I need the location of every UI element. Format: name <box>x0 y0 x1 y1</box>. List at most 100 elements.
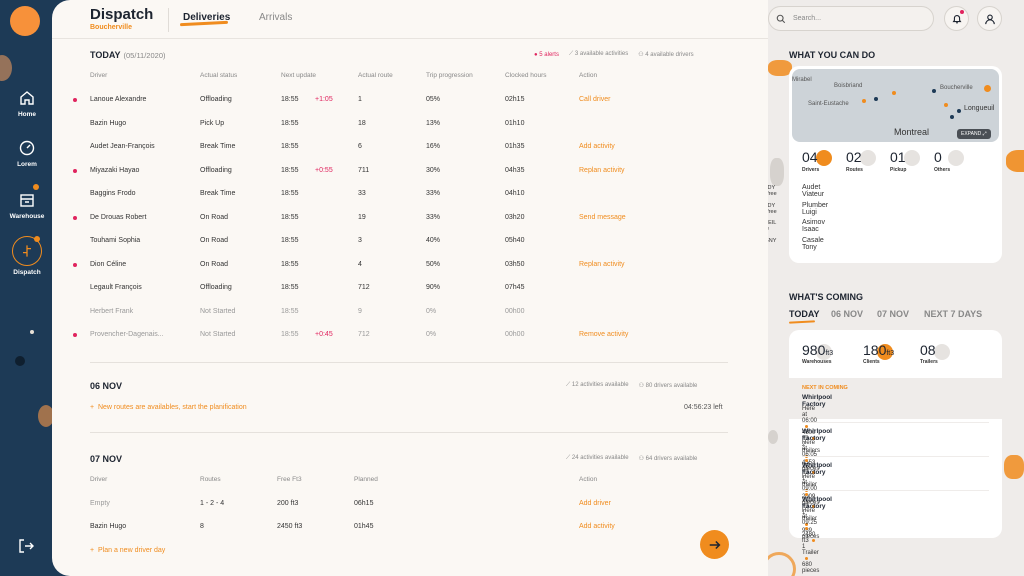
driver-name[interactable]: Baggins Frodo <box>90 190 136 197</box>
stat-label: Pickup <box>890 167 907 173</box>
alerts-count[interactable]: ● 5 alerts <box>534 52 559 58</box>
row-action-link[interactable]: Remove activity <box>579 331 628 338</box>
map-label: Mirabel <box>792 77 812 83</box>
what-you-can-do-title: WHAT YOU CAN DO <box>789 50 876 60</box>
logout-icon[interactable] <box>17 537 35 555</box>
plan-driver-day-text: Plan a new driver day <box>97 547 166 554</box>
user-icon <box>984 14 995 24</box>
driver-name[interactable]: Audet Jean-François <box>90 143 155 150</box>
next-arrow-button[interactable] <box>700 530 729 559</box>
tab-deliveries[interactable]: Deliveries <box>183 12 230 23</box>
driver-name[interactable]: Herbert Frank <box>90 308 133 315</box>
map-pin <box>957 109 961 113</box>
clocked-hours: 00h00 <box>505 307 525 315</box>
driver-name[interactable]: Lanoue Alexandre <box>90 96 146 103</box>
row-action-link[interactable]: Add activity <box>579 143 615 150</box>
day-tab[interactable]: 06 NOV <box>831 309 863 319</box>
nov6-activities-text: 12 activities available <box>571 382 629 388</box>
row-action-link[interactable]: Replan activity <box>579 167 625 174</box>
stat-value: 02 <box>846 149 862 165</box>
route-number: 4 <box>358 260 362 268</box>
column-header: Actual route <box>358 72 393 79</box>
sidebar: Home Lorem Warehouse Dispatch <box>0 0 54 576</box>
map-label: Boucherville <box>940 85 973 91</box>
column-header: Trip progression <box>426 72 473 79</box>
driver-name[interactable]: Bazin Hugo <box>90 523 126 530</box>
separator-dot <box>805 556 808 560</box>
driver-name[interactable]: Dion Céline <box>90 261 126 268</box>
driver-status: Not Started <box>200 307 236 315</box>
map-label: Montreal <box>894 127 930 137</box>
driver-status: Pick Up <box>200 119 225 127</box>
stat-number: 08 <box>920 342 936 358</box>
driver-name[interactable]: Empty <box>90 500 110 507</box>
map-label: Longueuil <box>964 105 995 112</box>
clocked-hours: 03h20 <box>505 213 525 221</box>
stat-value: 04 <box>802 149 818 165</box>
delay-value: +0:55 <box>315 166 333 174</box>
nav-home-label: Home <box>17 111 37 118</box>
nav-warehouse[interactable]: Warehouse <box>0 190 54 220</box>
next-update: 18:55 <box>281 331 299 338</box>
header-divider <box>168 8 169 32</box>
separator-dot <box>805 526 808 530</box>
expand-map-button[interactable]: EXPAND ⤢ <box>957 129 991 139</box>
driver-status: Not Started <box>200 331 236 338</box>
route-number: 711 <box>358 166 370 174</box>
start-planification-link[interactable]: + New routes are availables, start the p… <box>90 404 247 411</box>
notifications-button[interactable] <box>944 6 969 31</box>
nov7-drivers-text: 64 drivers available <box>645 456 698 462</box>
nav-warehouse-label: Warehouse <box>9 213 45 220</box>
next-update: 18:55 <box>281 119 299 127</box>
decor-blob <box>768 430 778 444</box>
driver-name[interactable]: Bazin Hugo <box>90 120 126 127</box>
driver-name[interactable]: Touhami Sophia <box>90 237 140 244</box>
row-action-link[interactable]: Call driver <box>579 96 611 103</box>
map-label: Boisbriand <box>834 83 863 89</box>
decor-blob <box>1006 150 1024 172</box>
next-update: 18:55 <box>281 213 299 221</box>
route-number: 1 <box>358 96 362 103</box>
plan-driver-day-link[interactable]: + Plan a new driver day <box>90 547 165 554</box>
driver-name: Audet Viateur <box>802 184 825 198</box>
trip-progression: 40% <box>426 237 441 244</box>
driver-status: On Road <box>200 213 229 221</box>
driver-name[interactable]: Legault François <box>90 284 142 291</box>
nov7-activities: ⟋ 24 activities available <box>566 455 629 461</box>
row-action-link[interactable]: Replan activity <box>579 261 625 268</box>
stat-number: 180 <box>863 342 887 358</box>
driver-status: Offloading <box>200 96 232 103</box>
row-action-link[interactable]: Add activity <box>579 523 615 530</box>
driver-map[interactable]: Mirabel Boisbriand Boucherville Saint-Eu… <box>792 69 999 142</box>
nav-dispatch[interactable]: Dispatch <box>0 236 54 276</box>
trip-progression: 0% <box>426 331 437 338</box>
next-update: 18:55 <box>281 166 299 174</box>
tab-arrivals[interactable]: Arrivals <box>259 12 292 23</box>
nav-lorem[interactable]: Lorem <box>0 138 54 168</box>
drivers-count: ⚇ 4 available drivers <box>638 52 694 58</box>
day-tab[interactable]: NEXT 7 DAYS <box>924 309 982 319</box>
warehouse-icon <box>17 190 37 210</box>
arrival-time: Here at 09:25 <box>802 508 818 526</box>
day-tab[interactable]: 07 NOV <box>877 309 909 319</box>
row-action-link[interactable]: Send message <box>579 214 626 221</box>
nav-home[interactable]: Home <box>0 88 54 118</box>
nov6-meta: ⟋ 12 activities available ⚇ 80 drivers a… <box>566 382 697 389</box>
bell-icon <box>952 14 961 23</box>
clocked-hours: 04h10 <box>505 190 525 197</box>
map-pin <box>862 99 866 103</box>
stat-circle <box>860 150 876 166</box>
profile-button[interactable] <box>977 6 1002 31</box>
driver-name[interactable]: De Drouas Robert <box>90 214 146 221</box>
row-action-link[interactable]: Add driver <box>579 500 611 507</box>
day-tab[interactable]: TODAY <box>789 309 820 319</box>
row-divider <box>802 490 989 491</box>
trip-progression: 33% <box>426 213 441 221</box>
driver-name[interactable]: Provencher-Dagenais... <box>90 331 164 338</box>
notification-dot <box>960 10 964 14</box>
status-text: READY - 8h free <box>768 185 777 197</box>
driver-name[interactable]: Miyazaki Hayao <box>90 167 139 174</box>
search-input[interactable]: Search... <box>768 6 934 31</box>
decor-blob <box>768 552 796 576</box>
driver-status: On Road <box>200 237 229 244</box>
